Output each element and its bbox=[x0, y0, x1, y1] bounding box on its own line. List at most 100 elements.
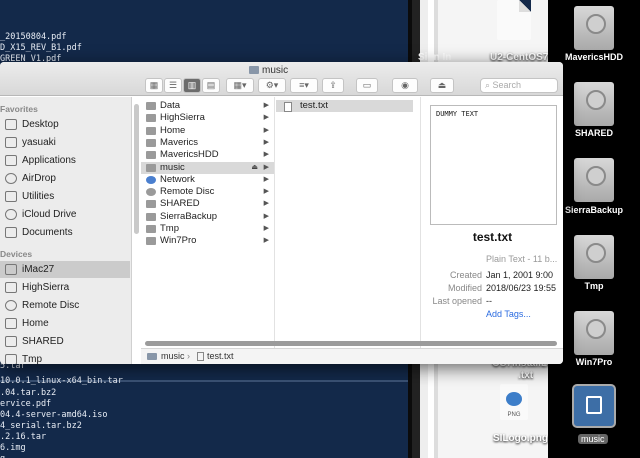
column-view-button[interactable]: ▥ bbox=[183, 78, 201, 93]
list-item[interactable]: Data ▶ bbox=[141, 100, 274, 112]
list-item[interactable]: Network ▶ bbox=[141, 174, 274, 186]
sidebar-item-label: Tmp bbox=[22, 354, 42, 364]
sidebar-item-label: Desktop bbox=[22, 119, 59, 130]
icon-view-button[interactable]: ▦ bbox=[145, 78, 163, 93]
sidebar-item-shared[interactable]: SHARED bbox=[0, 333, 130, 350]
sidebar-item-tmp[interactable]: Tmp bbox=[0, 351, 130, 364]
terminal-line: D_X15_REV_B1.pdf bbox=[0, 43, 82, 53]
terminal-line: 4_serial.tar.bz2 bbox=[0, 421, 82, 431]
cloud-icon bbox=[5, 209, 17, 220]
path-segment[interactable]: test.txt bbox=[207, 349, 234, 364]
disc-icon bbox=[5, 300, 17, 311]
action-gear-button[interactable]: ⚙▾ bbox=[258, 78, 286, 93]
document-file-icon[interactable] bbox=[497, 0, 531, 40]
sidebar-item-remote-disc[interactable]: Remote Disc bbox=[0, 297, 130, 314]
text-file-icon bbox=[284, 102, 292, 112]
sidebar-item-imac27[interactable]: iMac27 bbox=[0, 261, 130, 278]
disk-icon bbox=[146, 200, 156, 209]
chevron-right-icon: ▶ bbox=[263, 151, 269, 159]
list-item[interactable]: Maverics ▶ bbox=[141, 137, 274, 149]
disc-icon bbox=[146, 188, 156, 197]
list-item-selected[interactable]: test.txt bbox=[276, 100, 413, 113]
list-item[interactable]: Home ▶ bbox=[141, 125, 274, 137]
applications-icon bbox=[5, 155, 17, 166]
people-icon bbox=[586, 396, 602, 414]
chevron-right-icon: ▶ bbox=[263, 237, 269, 245]
terminal-line: ervice.pdf bbox=[0, 399, 52, 409]
file-label[interactable]: SILogo.png bbox=[493, 433, 548, 444]
png-file-icon[interactable]: PNG bbox=[500, 384, 528, 420]
path-segment[interactable]: music bbox=[161, 349, 185, 364]
list-item[interactable]: Remote Disc ▶ bbox=[141, 186, 274, 198]
chevron-right-icon: ▶ bbox=[263, 212, 269, 220]
selected-icon-label[interactable]: music bbox=[578, 434, 608, 444]
network-globe-icon bbox=[146, 175, 156, 184]
preview-filename: test.txt bbox=[472, 230, 513, 244]
item-label: Network bbox=[160, 173, 195, 185]
sidebar-item-documents[interactable]: Documents bbox=[0, 224, 130, 241]
sidebar-item-icloud[interactable]: iCloud Drive bbox=[0, 206, 130, 223]
list-item[interactable]: SierraBackup ▶ bbox=[141, 211, 274, 223]
sidebar-item-desktop[interactable]: Desktop bbox=[0, 116, 130, 133]
hard-disk-icon[interactable] bbox=[574, 6, 614, 50]
eject-icon[interactable]: ⏏ bbox=[251, 162, 258, 174]
list-item-selected[interactable]: music ⏏ ▶ bbox=[141, 161, 274, 174]
chevron-right-icon: ▶ bbox=[263, 163, 269, 171]
search-field[interactable]: ⌕ Search bbox=[480, 78, 558, 93]
hard-disk-icon[interactable] bbox=[574, 82, 614, 126]
folder-icon bbox=[146, 102, 156, 110]
browser-column-volumes: Data ▶ HighSierra ▶ Home ▶ Maverics ▶ Maveri… bbox=[141, 97, 275, 352]
devices-heading: Devices bbox=[0, 249, 33, 259]
chevron-right-icon: ▶ bbox=[263, 126, 269, 134]
list-item[interactable]: Win7Pro ▶ bbox=[141, 235, 274, 247]
arrange-menu-button[interactable]: ≡▾ bbox=[290, 78, 318, 93]
disk-icon bbox=[146, 151, 156, 160]
disk-icon bbox=[146, 237, 156, 246]
chevron-right-icon: ▶ bbox=[263, 225, 269, 232]
list-item[interactable]: HighSierra ▶ bbox=[141, 112, 274, 124]
sidebar-item-label: Utilities bbox=[22, 191, 55, 202]
disk-label[interactable]: MavericsHDD bbox=[548, 52, 640, 62]
item-label: SHARED bbox=[160, 198, 200, 210]
hard-disk-icon[interactable] bbox=[574, 311, 614, 355]
preview-pane: DUMMY TEXT test.txt Plain Text - 11 b...… bbox=[422, 97, 563, 352]
quick-look-button[interactable]: ◉ bbox=[392, 78, 418, 93]
document-icon bbox=[5, 227, 17, 238]
search-placeholder: Search bbox=[492, 80, 522, 90]
network-share-icon[interactable] bbox=[572, 384, 616, 428]
list-item[interactable]: Tmp ▶ bbox=[141, 223, 274, 235]
list-item[interactable]: MavericsHDD ▶ bbox=[141, 149, 274, 161]
group-menu-button[interactable]: ▦▾ bbox=[226, 78, 254, 93]
png-badge: PNG bbox=[507, 412, 521, 418]
sidebar-item-home-disk[interactable]: Home bbox=[0, 315, 130, 332]
sidebar-item-label: AirDrop bbox=[22, 173, 56, 184]
sidebar-scrollbar[interactable] bbox=[134, 104, 139, 234]
sidebar-item-applications[interactable]: Applications bbox=[0, 152, 130, 169]
sidebar-item-label: iCloud Drive bbox=[22, 209, 77, 220]
terminal-line: .04.tar.bz2 bbox=[0, 388, 57, 398]
list-item[interactable]: SHARED ▶ bbox=[141, 198, 274, 210]
edit-tags-button[interactable]: ▭ bbox=[356, 78, 378, 93]
terminal-line: 10.0.1_linux-x64_bin.tar bbox=[0, 376, 123, 386]
item-label: SierraBackup bbox=[160, 210, 218, 222]
disk-icon bbox=[146, 163, 156, 172]
disk-icon bbox=[5, 336, 17, 347]
sidebar-item-home[interactable]: yasuaki bbox=[0, 134, 130, 151]
disk-icon bbox=[5, 282, 17, 293]
text-file-icon bbox=[197, 352, 204, 361]
item-label: MavericsHDD bbox=[160, 149, 219, 161]
hard-disk-icon[interactable] bbox=[574, 235, 614, 279]
eject-button[interactable]: ⏏ bbox=[430, 78, 454, 93]
sidebar-item-highsierra[interactable]: HighSierra bbox=[0, 279, 130, 296]
airdrop-icon bbox=[5, 173, 17, 184]
list-view-button[interactable]: ☰ bbox=[164, 78, 182, 93]
horizontal-scrollbar[interactable] bbox=[145, 341, 557, 346]
add-tags-link[interactable]: Add Tags... bbox=[486, 309, 531, 319]
item-label: Home bbox=[160, 124, 186, 136]
share-button[interactable]: ⇪ bbox=[322, 78, 344, 93]
gallery-view-button[interactable]: ▤ bbox=[202, 78, 220, 93]
hard-disk-icon[interactable] bbox=[574, 158, 614, 202]
sidebar-item-utilities[interactable]: Utilities bbox=[0, 188, 130, 205]
path-bar: music › test.txt bbox=[141, 341, 563, 364]
sidebar-item-airdrop[interactable]: AirDrop bbox=[0, 170, 130, 187]
